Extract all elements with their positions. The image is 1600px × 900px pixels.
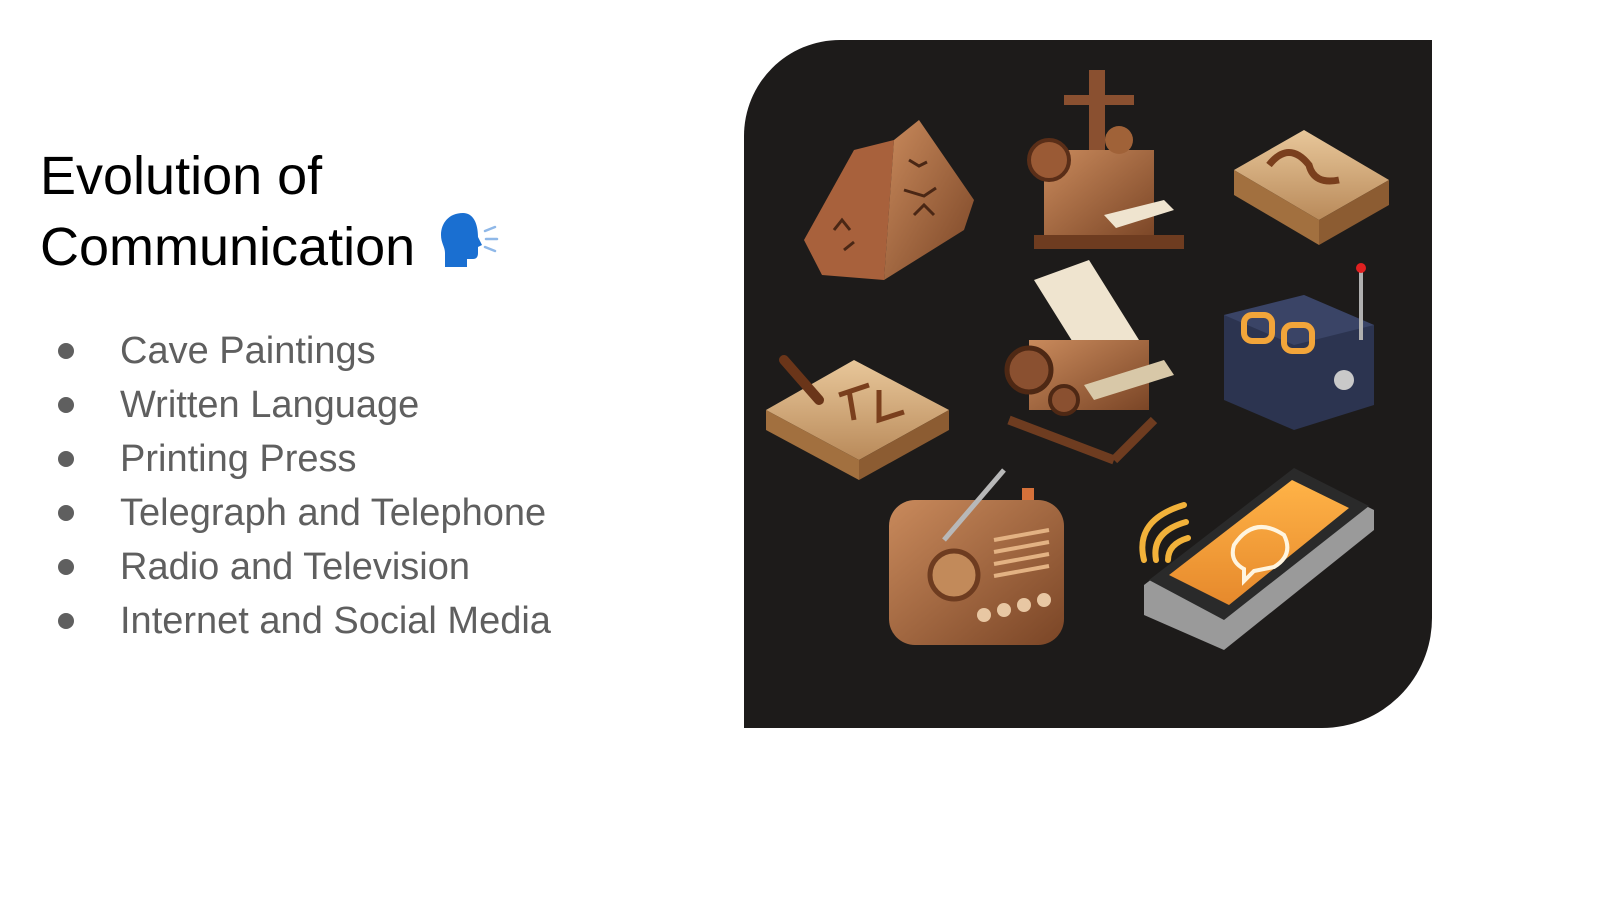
- communication-illustration: [766, 70, 1389, 650]
- bullet-list: Cave Paintings Written Language Printing…: [0, 324, 551, 648]
- bullet-item: Internet and Social Media: [0, 594, 551, 648]
- illustration-panel: [744, 40, 1432, 728]
- title-line-2: Communication: [40, 217, 416, 277]
- bullet-dot: [58, 397, 74, 413]
- clay-tablet-icon: [1234, 130, 1389, 245]
- speaking-head-icon: [441, 213, 499, 267]
- printing-press-icon: [1027, 70, 1184, 249]
- cave-painting-rock-icon: [804, 120, 974, 280]
- smartphone-icon: [1139, 468, 1374, 650]
- bullet-text: Radio and Television: [120, 546, 470, 588]
- bullet-item: Cave Paintings: [0, 324, 551, 378]
- bullet-text: Telegraph and Telephone: [120, 492, 547, 534]
- typewriter-icon: [1004, 260, 1174, 465]
- slide: Evolution of Communication Cave Painting…: [0, 0, 1600, 900]
- bullet-dot: [58, 505, 74, 521]
- radio-icon: [889, 468, 1064, 645]
- telegraph-counter-icon: [1224, 263, 1374, 430]
- bullet-dot: [58, 343, 74, 359]
- bullet-text: Internet and Social Media: [120, 600, 551, 642]
- bullet-text: Printing Press: [120, 438, 357, 480]
- stylus-tablet-icon: [766, 355, 949, 480]
- bullet-text: Cave Paintings: [120, 330, 376, 372]
- bullet-text: Written Language: [120, 384, 420, 426]
- bullet-dot: [58, 613, 74, 629]
- slide-title: Evolution of Communication: [40, 143, 680, 280]
- bullet-dot: [58, 451, 74, 467]
- title-line-2-wrap: Communication: [40, 209, 680, 280]
- bullet-item: Radio and Television: [0, 540, 551, 594]
- bullet-item: Written Language: [0, 378, 551, 432]
- bullet-dot: [58, 559, 74, 575]
- bullet-item: Printing Press: [0, 432, 551, 486]
- title-line-1: Evolution of: [40, 146, 323, 206]
- bullet-item: Telegraph and Telephone: [0, 486, 551, 540]
